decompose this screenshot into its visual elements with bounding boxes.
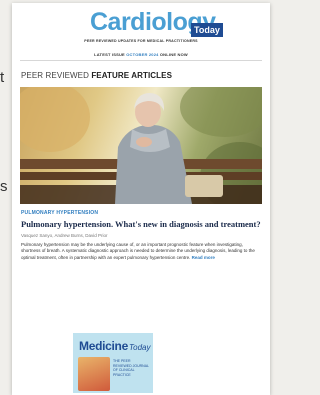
read-more-link[interactable]: Read more	[192, 255, 215, 260]
issue-month: OCTOBER 2024	[126, 52, 159, 57]
section-heading-bold: FEATURE ARTICLES	[91, 71, 173, 80]
section-heading: PEER REVIEWED FEATURE ARTICLES	[12, 61, 270, 87]
medicine-today-promo[interactable]: Medicine Today THE PEER REVIEWED JOURNAL…	[73, 333, 153, 393]
promo-subtitle: THE PEER REVIEWED JOURNAL OF CLINICAL PR…	[113, 359, 149, 377]
masthead-tagline: PEER REVIEWED UPDATES FOR MEDICAL PRACTI…	[84, 39, 198, 43]
article-summary: Pulmonary hypertension may be the underl…	[21, 242, 262, 261]
article-authors: Vasquez Sanyo, Andrew Burns, David Prior	[21, 233, 108, 238]
section-heading-light: PEER REVIEWED	[21, 71, 92, 80]
issue-suffix: ONLINE NOW	[159, 52, 188, 57]
issue-prefix: LATEST ISSUE	[94, 52, 125, 57]
article-hero-image[interactable]	[20, 87, 262, 204]
latest-issue-banner[interactable]: LATEST ISSUE OCTOBER 2024 ONLINE NOW	[12, 49, 270, 60]
hero-illustration	[20, 87, 262, 204]
article-category[interactable]: PULMONARY HYPERTENSION	[21, 210, 270, 216]
masthead[interactable]: Cardiology Today PEER REVIEWED UPDATES F…	[12, 3, 270, 49]
logo-badge: Today	[191, 23, 223, 37]
promo-cover-image	[78, 357, 110, 391]
promo-logo-badge: Today	[129, 343, 151, 352]
backdrop-text-fragment: s	[0, 178, 8, 195]
article-summary-text: Pulmonary hypertension may be the underl…	[21, 242, 255, 260]
promo-logo-wordmark: Medicine	[79, 339, 128, 353]
backdrop-text-fragment: t	[0, 69, 5, 86]
article-title-link[interactable]: Pulmonary hypertension. What's new in di…	[21, 219, 262, 229]
